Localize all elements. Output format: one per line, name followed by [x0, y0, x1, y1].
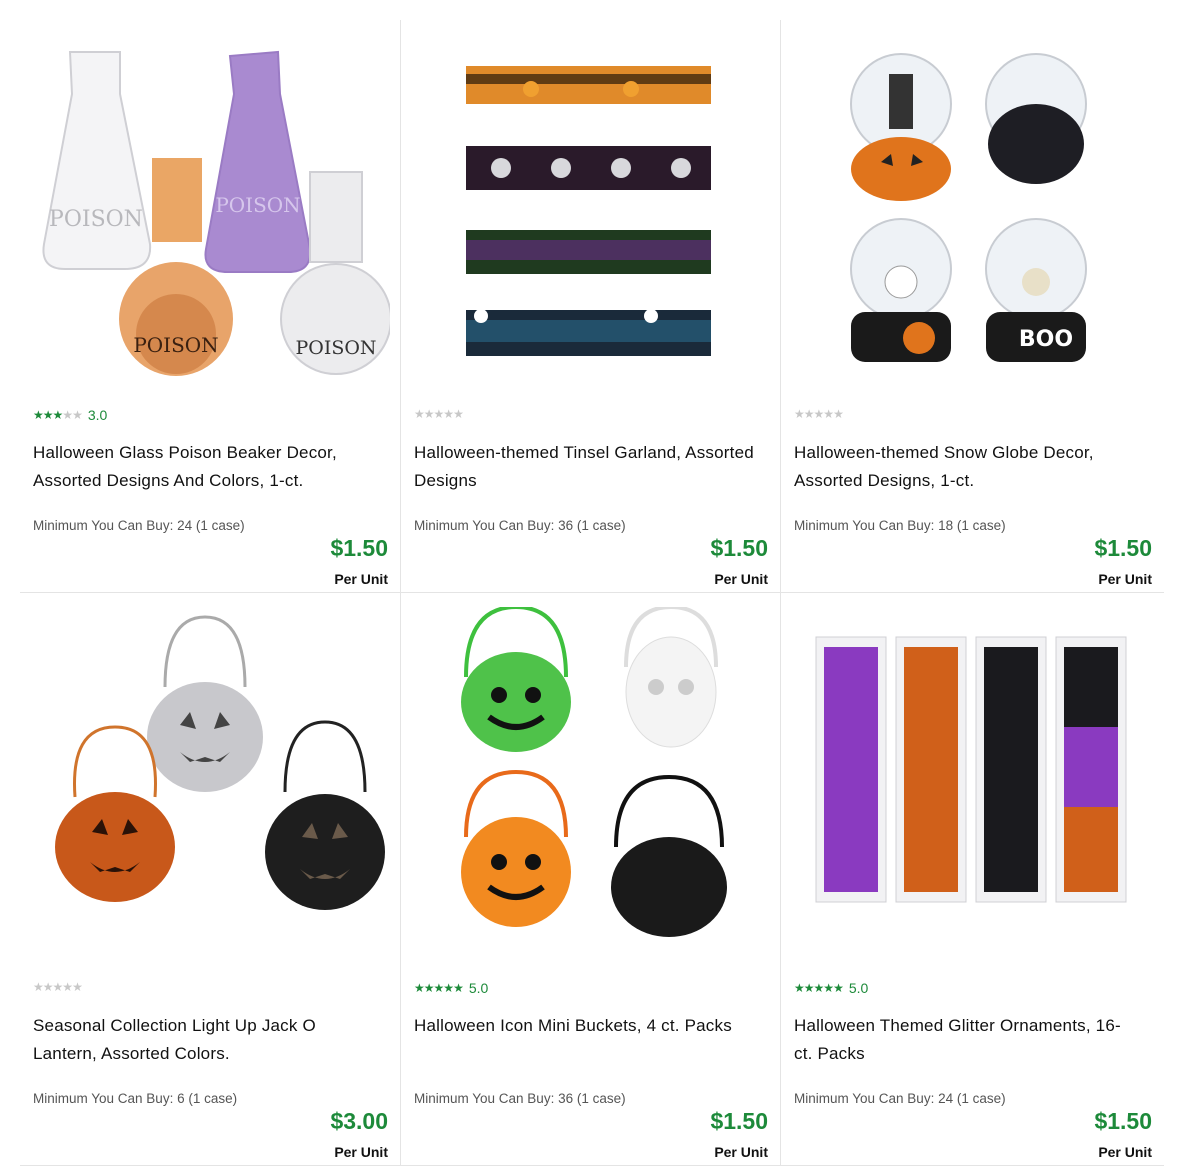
product-rating: ★ ★ ★ ★ ★ 3.0 — [33, 407, 107, 423]
rating-value: 5.0 — [468, 980, 489, 996]
product-title[interactable]: Halloween-themed Tinsel Garland, Assorte… — [414, 439, 759, 495]
garland-orange — [466, 66, 711, 104]
product-price: $1.50 — [330, 535, 388, 561]
globe-pumpkin — [850, 53, 952, 201]
mini-buckets-image — [461, 607, 727, 937]
garland-ghosts — [466, 309, 711, 356]
jack-o-lanterns-image — [55, 615, 385, 910]
glitter-ornaments-image — [815, 636, 1127, 903]
product-title[interactable]: Halloween Themed Glitter Ornaments, 16-c… — [794, 1012, 1139, 1068]
globe-mummy: BOO — [985, 218, 1087, 362]
minimum-purchase: Minimum You Can Buy: 24 (1 case) — [33, 518, 245, 533]
ornament-tube-orange — [895, 636, 967, 903]
product-price: $1.50 — [1094, 535, 1152, 561]
price-unit: Per Unit — [714, 1144, 768, 1160]
rating-stars: ★ ★ ★ ★ ★ — [33, 980, 83, 994]
globe-witch — [985, 53, 1087, 184]
product-card[interactable]: POISON POISON POISON POISON ★ ★ ★ ★ ★ 3.0 Ha… — [20, 20, 401, 593]
svg-text:POISON: POISON — [295, 337, 376, 359]
lantern-silver — [147, 615, 263, 792]
product-title[interactable]: Seasonal Collection Light Up Jack O Lant… — [33, 1012, 378, 1068]
product-title[interactable]: Halloween Glass Poison Beaker Decor, Ass… — [33, 439, 378, 495]
bucket-cauldron — [611, 774, 727, 937]
rating-stars: ★ ★ ★ ★ ★ — [794, 407, 844, 421]
minimum-purchase: Minimum You Can Buy: 24 (1 case) — [794, 1091, 1006, 1106]
product-grid: POISON POISON POISON POISON ★ ★ ★ ★ ★ 3.0 Ha… — [20, 20, 1164, 1166]
snow-globes-image: BOO — [850, 53, 1087, 362]
product-price: $1.50 — [710, 535, 768, 561]
price-unit: Per Unit — [334, 571, 388, 587]
product-title[interactable]: Halloween-themed Snow Globe Decor, Assor… — [794, 439, 1139, 495]
product-card[interactable]: ★ ★ ★ ★ ★ 5.0 Halloween Themed Glitter Ornam… — [781, 593, 1164, 1166]
product-card[interactable]: ★ ★ ★ ★ ★ 5.0 Halloween Icon Mini Buckets, 4… — [401, 593, 781, 1166]
garland-skulls — [466, 146, 711, 190]
product-image[interactable] — [411, 34, 771, 394]
rating-stars: ★ ★ ★ ★ ★ — [414, 407, 464, 421]
price-unit: Per Unit — [334, 1144, 388, 1160]
lantern-black — [265, 720, 385, 910]
product-rating: ★ ★ ★ ★ ★ — [33, 980, 88, 994]
minimum-purchase: Minimum You Can Buy: 18 (1 case) — [794, 518, 1006, 533]
product-image[interactable] — [411, 607, 771, 967]
product-price: $3.00 — [330, 1108, 388, 1134]
boo-label: BOO — [1019, 327, 1073, 352]
rating-value: 5.0 — [848, 980, 869, 996]
globe-snowman — [850, 218, 952, 362]
product-rating: ★ ★ ★ ★ ★ — [794, 407, 849, 421]
product-rating: ★ ★ ★ ★ ★ — [414, 407, 469, 421]
product-image[interactable] — [791, 607, 1151, 967]
rating-stars: ★ ★ ★ ★ ★ — [794, 981, 844, 995]
minimum-purchase: Minimum You Can Buy: 6 (1 case) — [33, 1091, 238, 1106]
product-card[interactable]: BOO ★ ★ ★ ★ ★ Halloween-themed Snow Globe De… — [781, 20, 1164, 593]
rating-stars: ★ ★ ★ ★ ★ — [414, 981, 464, 995]
price-unit: Per Unit — [1098, 1144, 1152, 1160]
product-image[interactable] — [30, 607, 390, 967]
svg-text:POISON: POISON — [215, 193, 300, 217]
rating-stars: ★ ★ ★ ★ ★ — [33, 408, 83, 422]
price-unit: Per Unit — [714, 571, 768, 587]
poison-label: POISON — [49, 207, 143, 232]
tinsel-garland-image — [466, 66, 711, 356]
price-unit: Per Unit — [1098, 571, 1152, 587]
product-image[interactable]: POISON POISON POISON POISON — [30, 34, 390, 394]
product-rating: ★ ★ ★ ★ ★ 5.0 — [794, 980, 868, 996]
product-card[interactable]: ★ ★ ★ ★ ★ Halloween-themed Tinsel Garland, A… — [401, 20, 781, 593]
minimum-purchase: Minimum You Can Buy: 36 (1 case) — [414, 518, 626, 533]
garland-spiders — [466, 230, 711, 274]
product-card[interactable]: ★ ★ ★ ★ ★ Seasonal Collection Light Up Jack … — [20, 593, 401, 1166]
product-price: $1.50 — [710, 1108, 768, 1134]
svg-text:POISON: POISON — [133, 333, 218, 357]
minimum-purchase: Minimum You Can Buy: 36 (1 case) — [414, 1091, 626, 1106]
product-price: $1.50 — [1094, 1108, 1152, 1134]
product-image[interactable]: BOO — [791, 34, 1151, 394]
product-title[interactable]: Halloween Icon Mini Buckets, 4 ct. Packs — [414, 1012, 759, 1040]
rating-value: 3.0 — [87, 407, 108, 423]
ornament-tube-mixed — [1055, 636, 1127, 903]
ornament-tube-black — [975, 636, 1047, 903]
bucket-skull — [624, 607, 718, 748]
bucket-green — [461, 607, 571, 752]
poison-beakers-image: POISON POISON POISON POISON — [42, 50, 390, 376]
bucket-orange — [461, 769, 571, 927]
product-rating: ★ ★ ★ ★ ★ 5.0 — [414, 980, 488, 996]
ornament-tube-purple — [815, 636, 887, 903]
